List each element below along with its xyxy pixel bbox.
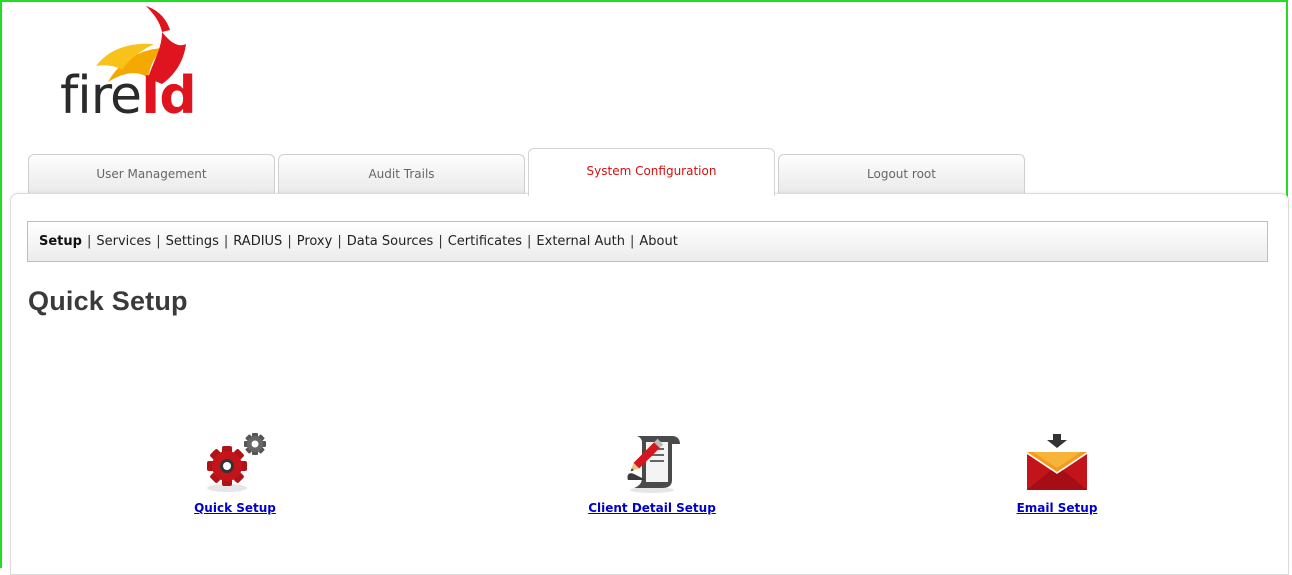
subnav-setup[interactable]: Setup bbox=[39, 234, 82, 249]
subnav-separator: | bbox=[337, 234, 342, 249]
subnav-data-sources[interactable]: Data Sources bbox=[347, 234, 434, 249]
subnav-separator: | bbox=[438, 234, 443, 249]
subnav-separator: | bbox=[629, 234, 635, 249]
subnav-separator: | bbox=[527, 234, 532, 249]
quick-setup-link[interactable]: Quick Setup bbox=[194, 501, 276, 515]
subnav-separator: | bbox=[287, 234, 292, 249]
quick-setup-card: Quick Setup bbox=[135, 430, 335, 516]
subnav-separator: | bbox=[86, 234, 92, 249]
subnav-settings[interactable]: Settings bbox=[166, 234, 219, 249]
tab-user-management[interactable]: User Management bbox=[28, 154, 275, 194]
subnav-radius[interactable]: RADIUS bbox=[233, 234, 282, 249]
email-setup-link[interactable]: Email Setup bbox=[1017, 501, 1098, 515]
logo-text-fire: fire bbox=[60, 66, 142, 126]
document-edit-icon[interactable] bbox=[612, 430, 692, 496]
tab-system-configuration[interactable]: System Configuration bbox=[528, 148, 775, 196]
client-detail-setup-link[interactable]: Client Detail Setup bbox=[588, 501, 716, 515]
email-setup-card: Email Setup bbox=[957, 430, 1157, 516]
subnav-certificates[interactable]: Certificates bbox=[448, 234, 522, 249]
tab-audit-trails[interactable]: Audit Trails bbox=[278, 154, 525, 194]
content-panel: Setup | Services | Settings | RADIUS | Proxy | Dat… bbox=[10, 193, 1289, 575]
fireid-logo: fireId bbox=[58, 4, 228, 134]
subnav-separator: | bbox=[156, 234, 161, 249]
page-title: Quick Setup bbox=[28, 286, 188, 316]
gears-icon[interactable] bbox=[195, 430, 275, 496]
logo-text-id: Id bbox=[140, 66, 197, 126]
subnav-proxy[interactable]: Proxy bbox=[297, 234, 333, 249]
logo-wordmark: fireId bbox=[60, 66, 197, 126]
subnav-separator: | bbox=[223, 234, 229, 249]
envelope-download-icon[interactable] bbox=[1017, 430, 1097, 496]
subnav-about[interactable]: About bbox=[639, 234, 677, 249]
subnav-external-auth[interactable]: External Auth bbox=[536, 234, 625, 249]
client-detail-setup-card: Client Detail Setup bbox=[552, 430, 752, 516]
tab-logout[interactable]: Logout root bbox=[778, 154, 1025, 194]
sub-navigation: Setup | Services | Settings | RADIUS | Proxy | Dat… bbox=[27, 221, 1268, 262]
subnav-services[interactable]: Services bbox=[96, 234, 151, 249]
